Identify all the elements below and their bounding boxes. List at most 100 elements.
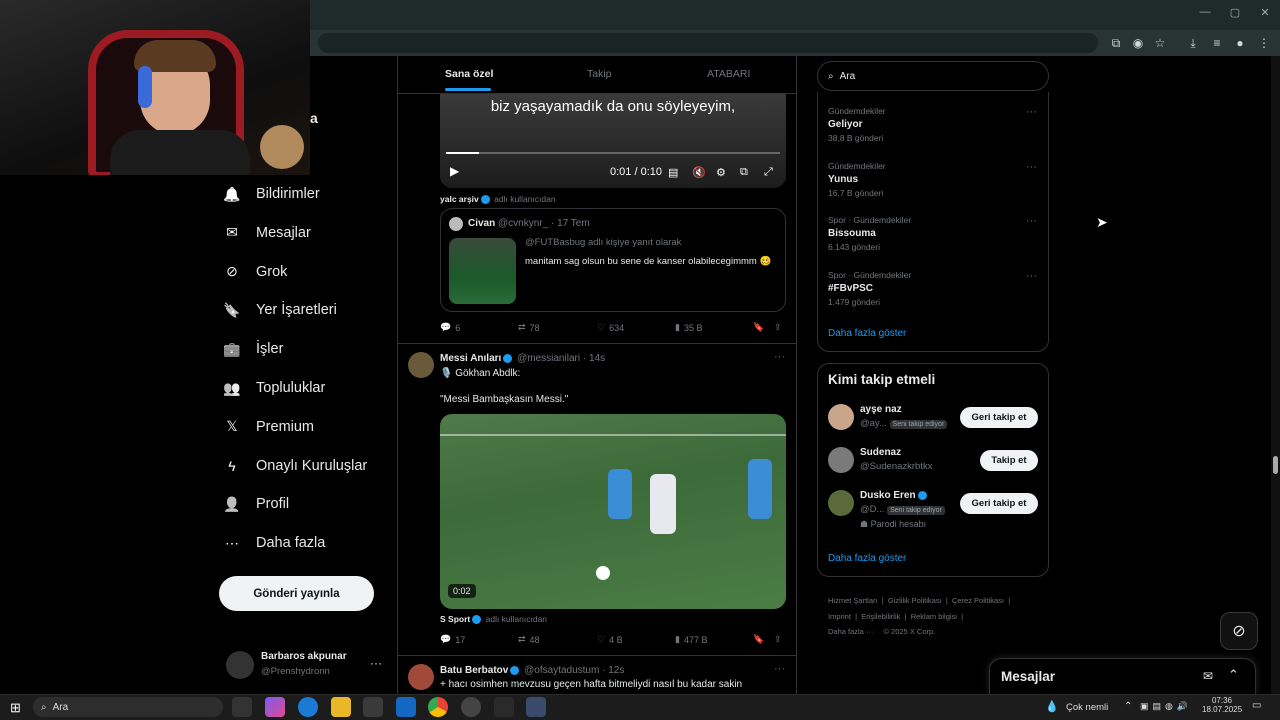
post-more-icon[interactable]: ··· <box>774 351 785 363</box>
tab-for-you[interactable]: Sana özel <box>445 68 493 80</box>
taskbar-search[interactable]: ⌕ Ara <box>33 697 223 717</box>
post-time[interactable]: · 14s <box>583 353 605 364</box>
settings-icon[interactable] <box>494 697 514 717</box>
reply-action[interactable]: 💬 17 <box>440 634 465 645</box>
windows-start-icon[interactable]: ⊞ <box>10 700 21 716</box>
follow-suggestion[interactable]: Dusko Eren @D... Seni takip ediyor ☗ Par… <box>828 490 1040 530</box>
follow-suggestion[interactable]: Sudenaz @Sudenazkrbtkx Takip et <box>828 447 1040 487</box>
post-author[interactable]: Messi Anıları <box>440 353 501 364</box>
nav-item-bell[interactable]: 🔔 Bildirimler <box>222 176 319 212</box>
nav-item-grok[interactable]: ⊘ Grok <box>222 254 287 290</box>
trends-show-more-link[interactable]: Daha fazla göster <box>828 328 906 339</box>
post-author[interactable]: Batu Berbatov <box>440 665 508 676</box>
like-action[interactable]: ♡ 4 B <box>597 634 623 645</box>
task-view-icon[interactable] <box>232 697 252 717</box>
nav-item-bookmark[interactable]: 🔖 Yer İşaretleri <box>222 292 337 328</box>
bookmark-star-icon[interactable]: ☆ <box>1152 35 1168 51</box>
follow-button[interactable]: Geri takip et <box>960 407 1038 428</box>
captions-icon[interactable]: ▤ <box>668 166 678 179</box>
post-avatar[interactable] <box>408 664 434 690</box>
video-progress-track[interactable] <box>446 152 780 154</box>
maximize-button[interactable]: ▢ <box>1226 6 1244 20</box>
account-more-icon[interactable]: ··· <box>370 656 382 670</box>
page-scrollbar[interactable] <box>1271 56 1280 694</box>
trend-item[interactable]: Spor · Gündemdekiler Bissouma 6.143 gönd… <box>828 215 1038 263</box>
follow-button[interactable]: Takip et <box>980 450 1038 471</box>
who-to-follow-show-more-link[interactable]: Daha fazla göster <box>828 553 906 564</box>
grok-floating-button[interactable]: ⊘ <box>1220 612 1258 650</box>
copilot-icon[interactable] <box>265 697 285 717</box>
post-handle[interactable]: @ofsaytadustum <box>524 665 599 676</box>
video-player[interactable]: biz yaşayamadık da onu söyleyeyim, ▶ 0:0… <box>440 94 786 188</box>
post-video[interactable]: 0:02 <box>440 414 786 609</box>
account-avatar[interactable] <box>226 651 254 679</box>
notification-icon[interactable]: ▭ <box>1252 700 1261 711</box>
hide-eye-icon[interactable]: ◉ <box>1130 35 1146 51</box>
tab-following[interactable]: Takip <box>587 68 612 80</box>
account-name[interactable]: Barbaros akpunar <box>261 651 347 662</box>
footer-link[interactable]: Çerez Politikası <box>952 596 1004 605</box>
reply-action[interactable]: 💬 6 <box>440 322 460 333</box>
tray-chevron-icon[interactable]: ⌃ <box>1124 701 1132 712</box>
address-bar[interactable] <box>318 33 1098 53</box>
search-input[interactable]: ⌕ Ara <box>817 61 1049 91</box>
store-icon[interactable] <box>363 697 383 717</box>
user-avatar[interactable] <box>828 447 854 473</box>
pip-icon[interactable]: ⧉ <box>740 166 748 179</box>
trend-more-icon[interactable]: ··· <box>1026 270 1037 282</box>
trend-item[interactable]: Spor · Gündemdekiler #FBvPSC 1.479 gönde… <box>828 270 1038 318</box>
quoted-post[interactable]: Civan @cvnkynr_ · 17 Tem @FUTBasbug adlı… <box>440 208 786 312</box>
repost-action[interactable]: ⇄ 78 <box>518 322 540 333</box>
close-window-button[interactable]: ✕ <box>1256 6 1274 20</box>
nav-item-people[interactable]: 👥 Topluluklar <box>222 370 325 406</box>
follow-suggestion[interactable]: ayşe naz @ay... Seni takip ediyor Geri t… <box>828 404 1040 444</box>
footer-link[interactable]: Gizlilik Politikası <box>888 596 942 605</box>
bookmark-action-icon[interactable]: 🔖 <box>753 634 764 645</box>
app-icon[interactable] <box>526 697 546 717</box>
trend-item[interactable]: Gündemdekiler Geliyor 38,8 B gönderi ··· <box>828 106 1038 154</box>
nav-item-x-logo[interactable]: 𝕏 Premium <box>222 409 314 445</box>
share-icon[interactable]: ⇪ <box>774 634 782 645</box>
weather-label[interactable]: Çok nemli <box>1066 702 1108 713</box>
like-action[interactable]: ♡ 634 <box>597 322 624 333</box>
fullscreen-icon[interactable]: ⤢ <box>764 166 773 179</box>
nav-item-person[interactable]: 👤 Profil <box>222 486 289 522</box>
nav-item-envelope[interactable]: ✉ Mesajlar <box>222 215 311 251</box>
minimize-button[interactable]: — <box>1196 6 1214 20</box>
scrollbar-thumb[interactable] <box>1273 456 1278 474</box>
bookmark-action-icon[interactable]: 🔖 <box>753 322 764 333</box>
post-button[interactable]: Gönderi yayınla <box>219 576 374 611</box>
chrome-icon[interactable] <box>428 697 448 717</box>
follow-button[interactable]: Geri takip et <box>960 493 1038 514</box>
post-more-icon[interactable]: ··· <box>774 663 785 675</box>
clock[interactable]: 07:36 18.07.2025 <box>1202 696 1242 714</box>
edge-icon[interactable] <box>298 697 318 717</box>
tab-atabari[interactable]: ATABARI <box>707 68 750 80</box>
post-handle[interactable]: @messianilari <box>517 353 580 364</box>
views-action[interactable]: ▮ 477 B <box>675 634 707 645</box>
reading-list-icon[interactable]: ≡ <box>1209 35 1225 51</box>
nav-item-briefcase[interactable]: 💼 İşler <box>222 331 283 367</box>
outlook-icon[interactable] <box>396 697 416 717</box>
footer-link[interactable]: Hizmet Şartları <box>828 596 878 605</box>
trend-more-icon[interactable]: ··· <box>1026 161 1037 173</box>
download-icon[interactable]: ⤓ <box>1185 35 1201 51</box>
footer-link[interactable]: Daha fazla ··· <box>828 627 873 636</box>
user-avatar[interactable] <box>828 404 854 430</box>
repost-action[interactable]: ⇄ 48 <box>518 634 540 645</box>
footer-link[interactable]: Imprint <box>828 612 851 621</box>
tray-icons[interactable]: ▣▤◍🔊 <box>1140 701 1192 712</box>
attribution-name[interactable]: yalc arşiv <box>440 194 479 204</box>
post-avatar[interactable] <box>408 352 434 378</box>
mute-icon[interactable]: 🔇 <box>692 166 706 179</box>
footer-link[interactable]: Reklam bilgisi <box>911 612 957 621</box>
nav-item-more-circle[interactable]: ⋯ Daha fazla <box>222 525 325 561</box>
file-explorer-icon[interactable] <box>331 697 351 717</box>
browser-menu-icon[interactable]: ⋮ <box>1256 35 1272 51</box>
chevron-up-icon[interactable]: ⌃ <box>1228 667 1239 683</box>
profile-avatar-icon[interactable]: ● <box>1232 35 1248 51</box>
install-app-icon[interactable]: ⧉ <box>1108 35 1124 51</box>
trend-more-icon[interactable]: ··· <box>1026 215 1037 227</box>
messages-dock[interactable]: Mesajlar ✉ ⌃ <box>989 658 1256 694</box>
trend-item[interactable]: Gündemdekiler Yunus 16,7 B gönderi ··· <box>828 161 1038 209</box>
